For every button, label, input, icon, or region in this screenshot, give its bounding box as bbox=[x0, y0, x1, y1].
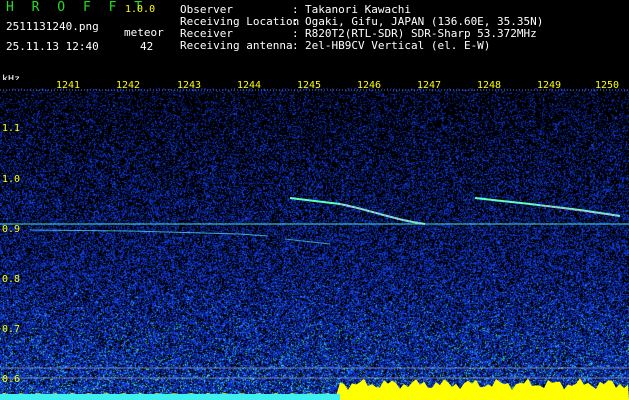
spectrogram-overlay bbox=[0, 89, 629, 400]
minute-label: 1241 bbox=[55, 80, 81, 91]
khz-label: 1.0 bbox=[2, 174, 21, 185]
khz-label: 0.9 bbox=[2, 224, 21, 235]
khz-label: 0.6 bbox=[2, 374, 21, 385]
filename: 2511131240.png bbox=[6, 20, 99, 33]
header-panel: H R O F F T 1.0.0 2511131240.png 25.11.1… bbox=[0, 0, 629, 85]
khz-label: 0.8 bbox=[2, 274, 21, 285]
minute-label: 1246 bbox=[356, 80, 382, 91]
khz-label: 1.1 bbox=[2, 123, 21, 134]
minute-label: 1245 bbox=[296, 80, 322, 91]
info-label: Receiving antenna bbox=[180, 39, 293, 52]
info-colon: : bbox=[292, 39, 299, 52]
khz-label: 0.7 bbox=[2, 324, 21, 335]
timestamp: 25.11.13 12:40 bbox=[6, 40, 99, 53]
minute-label: 1244 bbox=[236, 80, 262, 91]
faint-trace-mid bbox=[284, 238, 331, 245]
minute-label: 1242 bbox=[115, 80, 141, 91]
meteor-trace-2 bbox=[474, 197, 621, 217]
meteor-count: 42 bbox=[140, 40, 154, 53]
minute-label: 1247 bbox=[416, 80, 442, 91]
minute-label: 1249 bbox=[536, 80, 562, 91]
minute-label: 1248 bbox=[476, 80, 502, 91]
minute-label: 1243 bbox=[176, 80, 202, 91]
app-version: 1.0.0 bbox=[125, 4, 156, 15]
minute-label: 1250 bbox=[594, 80, 620, 91]
meteor-label: meteor bbox=[124, 26, 164, 39]
noise-floor-cyan bbox=[0, 394, 340, 400]
faint-trace-left bbox=[29, 229, 269, 237]
info-value: 2el-HB9CV Vertical (el. E-W) bbox=[305, 39, 491, 52]
